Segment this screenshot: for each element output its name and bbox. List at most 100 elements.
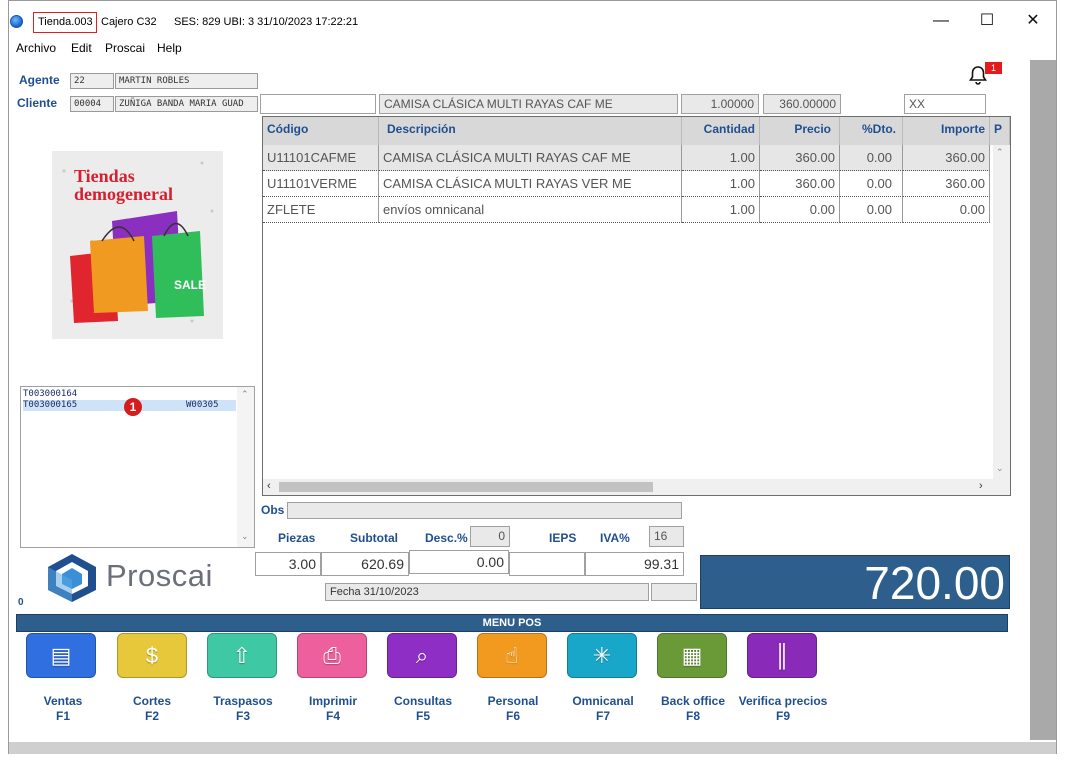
tienda-label: Tienda.003 (38, 16, 93, 28)
cliente-code-field[interactable]: 00004 (70, 96, 114, 112)
ticket-id: T003000164 (23, 389, 78, 399)
ieps-value (509, 552, 585, 576)
cell-importe: 360.00 (903, 145, 990, 171)
ticket-list[interactable]: T003000164 T003000165 W00305 1 ⌃ ⌄ (20, 386, 255, 548)
traspasos-label[interactable]: Traspasos F3 (193, 694, 293, 724)
menu-proscai[interactable]: Proscai (105, 41, 145, 55)
product-description-field[interactable]: CAMISA CLÁSICA MULTI RAYAS CAF ME (379, 94, 678, 114)
scroll-up-icon[interactable]: ⌃ (996, 147, 1004, 158)
product-search-input[interactable] (260, 94, 376, 114)
button-label: Verifica precios (738, 694, 828, 708)
grand-total-display: 720.00 (700, 555, 1010, 609)
scroll-thumb[interactable] (279, 482, 653, 492)
cell-descuento: 0.00 (840, 171, 903, 197)
button-label: Ventas (43, 694, 83, 708)
function-key-label: F9 (775, 709, 790, 723)
col-importe[interactable]: Importe (903, 117, 990, 145)
grid-horizontal-scrollbar[interactable]: ‹ › (263, 479, 1010, 495)
building-icon: ▦ (681, 642, 703, 668)
col-precio[interactable]: Precio (760, 117, 840, 145)
col-codigo[interactable]: Código (263, 117, 379, 145)
cajero-label: Cajero C32 (101, 16, 157, 28)
obs-label: Obs (261, 503, 285, 517)
cliente-label: Cliente (17, 96, 58, 110)
descuento-label: Desc.% (425, 531, 468, 545)
descuento-pct-field[interactable]: 0 (470, 526, 510, 547)
minimize-button[interactable]: — (926, 10, 956, 32)
iva-label: IVA% (600, 531, 630, 545)
menu-archivo[interactable]: Archivo (16, 41, 56, 55)
touch-icon: ☝ (505, 642, 519, 668)
product-code-field[interactable]: XX (904, 94, 986, 114)
maximize-button[interactable]: ☐ (972, 10, 1002, 32)
menu-pos-bar: MENU POS (16, 614, 1008, 632)
cliente-name-field[interactable]: ZUÑIGA BANDA MARIA GUAD (115, 96, 258, 112)
cell-precio: 360.00 (760, 145, 840, 171)
cell-codigo: U11101VERME (263, 171, 379, 197)
col-descuento[interactable]: %Dto. (840, 117, 903, 145)
omnicanal-button[interactable]: ✳ (567, 633, 637, 678)
obs-field[interactable] (287, 502, 682, 519)
col-descripcion[interactable]: Descripción (379, 117, 682, 145)
close-button[interactable]: ✕ (1018, 10, 1048, 32)
session-info: SES: 829 UBI: 3 31/10/2023 17:22:21 (174, 16, 359, 28)
agente-name-field[interactable]: MARTIN ROBLES (115, 73, 258, 89)
notification-badge: 1 (985, 62, 1002, 74)
omnicanal-label[interactable]: Omnicanal F7 (553, 694, 653, 724)
cell-descripcion: CAMISA CLÁSICA MULTI RAYAS CAF ME (379, 145, 682, 171)
scroll-down-icon[interactable]: ⌄ (996, 463, 1004, 474)
barcode-icon: ║ (774, 642, 790, 668)
traspasos-button[interactable]: ⇧ (207, 633, 277, 678)
agente-code-field[interactable]: 22 (70, 73, 114, 89)
function-key-label: F3 (235, 709, 250, 723)
ventas-label[interactable]: Ventas F1 (13, 694, 113, 724)
piezas-value: 3.00 (255, 552, 321, 576)
back-office-button[interactable]: ▦ (657, 633, 727, 678)
ventas-icon: ▤ (50, 642, 72, 668)
imprimir-button[interactable]: ⎙ (297, 633, 367, 678)
iva-value: 99.31 (585, 552, 684, 576)
cortes-button[interactable]: $ (117, 633, 187, 678)
scroll-left-icon[interactable]: ‹ (267, 480, 271, 492)
ticket-marker-badge: 1 (124, 398, 142, 416)
promo-sale-tag: SALE (174, 278, 207, 292)
consultas-button[interactable]: ⌕ (387, 633, 457, 678)
scroll-right-icon[interactable]: › (979, 480, 983, 492)
verifica-precios-label[interactable]: Verifica precios F9 (733, 694, 833, 724)
consultas-label[interactable]: Consultas F5 (373, 694, 473, 724)
list-scroll-up-icon[interactable]: ⌃ (241, 389, 249, 400)
subtotal-value: 620.69 (321, 552, 409, 576)
col-cantidad[interactable]: Cantidad (682, 117, 760, 145)
col-p[interactable]: P (990, 117, 1010, 145)
ticket-id: T003000165 (23, 400, 78, 410)
product-price-field[interactable]: 360.00000 (763, 94, 841, 114)
list-scroll-down-icon[interactable]: ⌄ (241, 531, 249, 542)
list-scrollbar[interactable]: ⌃ ⌄ (237, 387, 254, 547)
button-label: Cortes (132, 694, 171, 708)
menu-help[interactable]: Help (157, 41, 182, 55)
ventas-button[interactable]: ▤ (26, 633, 96, 678)
personal-button[interactable]: ☝ (477, 633, 547, 678)
personal-label[interactable]: Personal F6 (463, 694, 563, 724)
cell-descripcion: envíos omnicanal (379, 197, 682, 223)
cortes-label[interactable]: Cortes F2 (102, 694, 202, 724)
function-key-label: F7 (595, 709, 610, 723)
imprimir-label[interactable]: Imprimir F4 (283, 694, 383, 724)
cell-precio: 360.00 (760, 171, 840, 197)
cell-codigo: U11101CAFME (263, 145, 379, 171)
verifica-precios-button[interactable]: ║ (747, 633, 817, 678)
fecha-field: Fecha 31/10/2023 (325, 583, 649, 601)
window-bottom-strip (9, 742, 1056, 754)
cell-descuento: 0.00 (840, 145, 903, 171)
cell-descripcion: CAMISA CLÁSICA MULTI RAYAS VER ME (379, 171, 682, 197)
items-grid[interactable]: Código Descripción Cantidad Precio %Dto.… (262, 116, 1011, 496)
iva-pct-field[interactable]: 16 (649, 526, 684, 547)
function-key-label: F5 (415, 709, 430, 723)
function-key-label: F4 (325, 709, 340, 723)
grid-vertical-scrollbar[interactable]: ⌃ ⌄ (993, 145, 1010, 479)
menu-edit[interactable]: Edit (71, 41, 92, 55)
cell-importe: 360.00 (903, 171, 990, 197)
cell-cantidad: 1.00 (682, 197, 760, 223)
back-office-label[interactable]: Back office F8 (643, 694, 743, 724)
product-quantity-field[interactable]: 1.00000 (681, 94, 759, 114)
